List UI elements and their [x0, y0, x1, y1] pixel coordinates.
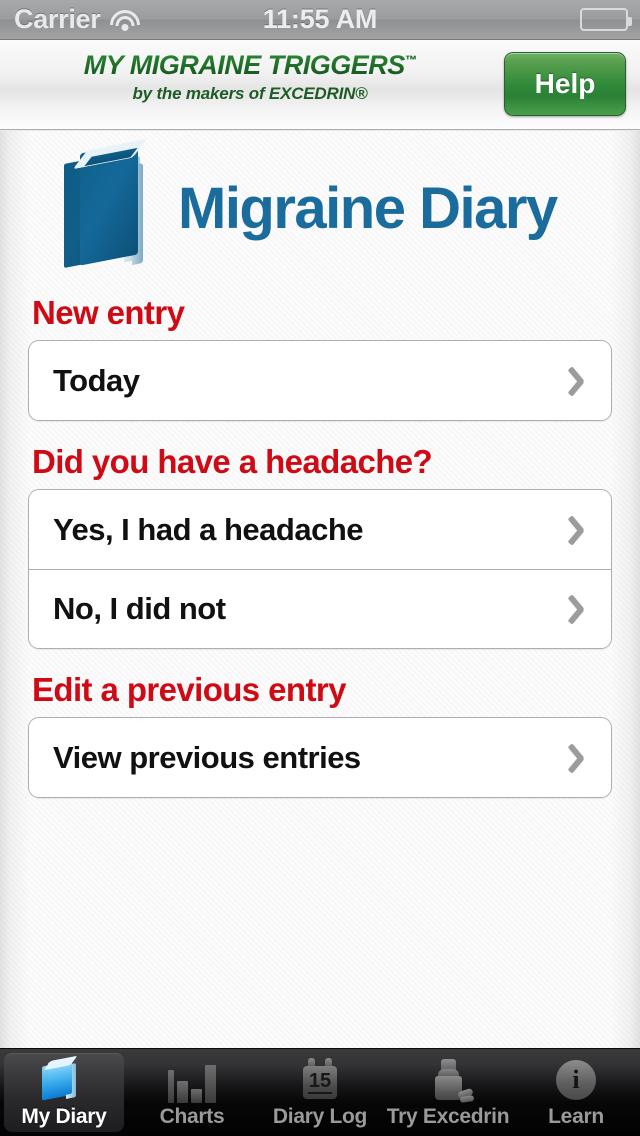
info-glyph: i [572, 1065, 580, 1094]
chevron-right-icon [569, 513, 589, 547]
brand-title: MY MIGRAINE TRIGGERS™ [0, 50, 500, 81]
section-new-entry: New entry Today [0, 294, 640, 421]
tab-label: Learn [548, 1105, 604, 1128]
status-bar: Carrier 11:55 AM [0, 0, 640, 40]
tab-label: Charts [159, 1105, 225, 1128]
row-label: Today [53, 362, 140, 398]
help-button[interactable]: Help [504, 52, 626, 116]
card-headache-answers: Yes, I had a headache No, I did not [28, 489, 612, 649]
tab-my-diary[interactable]: My Diary [0, 1049, 128, 1136]
calendar-icon: 15 [292, 1057, 348, 1103]
chevron-right-icon [569, 364, 589, 398]
app-screen: Carrier 11:55 AM MY MIGRAINE TRIGGERS™ b… [0, 0, 640, 1136]
main-content: Migraine Diary New entry Today Did you h… [0, 131, 640, 1048]
tab-diary-log[interactable]: 15 Diary Log [256, 1049, 384, 1136]
card-new-entry: Today [28, 340, 612, 421]
status-bar-right [580, 8, 632, 31]
section-label: Did you have a headache? [32, 443, 433, 480]
status-bar-clock: 11:55 AM [262, 4, 378, 34]
chevron-right-icon [569, 592, 589, 626]
page-title: Migraine Diary [178, 175, 558, 241]
tab-label: My Diary [21, 1105, 107, 1128]
row-yes-had-headache[interactable]: Yes, I had a headache [29, 490, 611, 569]
tab-try-excedrin[interactable]: Try Excedrin [384, 1049, 512, 1136]
row-today[interactable]: Today [29, 341, 611, 420]
book-icon [62, 138, 160, 272]
trademark-symbol: ™ [404, 53, 417, 67]
row-no-did-not[interactable]: No, I did not [29, 569, 611, 648]
tab-learn[interactable]: i Learn [512, 1049, 640, 1136]
section-edit-previous-entry: Edit a previous entry View previous entr… [0, 671, 640, 798]
battery-icon [580, 8, 632, 31]
card-previous-entries: View previous entries [28, 717, 612, 798]
calendar-day: 15 [307, 1070, 333, 1094]
section-label: Edit a previous entry [32, 671, 346, 708]
page-title-row: Migraine Diary [0, 131, 640, 272]
bar-chart-icon [164, 1057, 220, 1103]
brand-lockup: MY MIGRAINE TRIGGERS™ by the makers of E… [0, 50, 500, 104]
info-circle-icon: i [548, 1057, 604, 1103]
row-label: Yes, I had a headache [53, 511, 364, 547]
row-view-previous-entries[interactable]: View previous entries [29, 718, 611, 797]
book-icon [36, 1055, 92, 1103]
row-label: No, I did not [53, 591, 226, 626]
section-label: New entry [32, 294, 185, 331]
tab-charts[interactable]: Charts [128, 1049, 256, 1136]
brand-subtitle: by the makers of EXCEDRIN® [132, 84, 368, 103]
pill-bottle-icon [420, 1057, 476, 1103]
tab-bar: My Diary Charts 15 Diary Log Try Excedri… [0, 1048, 640, 1136]
section-headache-question: Did you have a headache? Yes, I had a he… [0, 443, 640, 649]
tab-label: Diary Log [272, 1105, 368, 1128]
brand-header: MY MIGRAINE TRIGGERS™ by the makers of E… [0, 40, 640, 133]
tab-label: Try Excedrin [386, 1105, 510, 1128]
row-label: View previous entries [53, 739, 361, 775]
chevron-right-icon [569, 741, 589, 775]
